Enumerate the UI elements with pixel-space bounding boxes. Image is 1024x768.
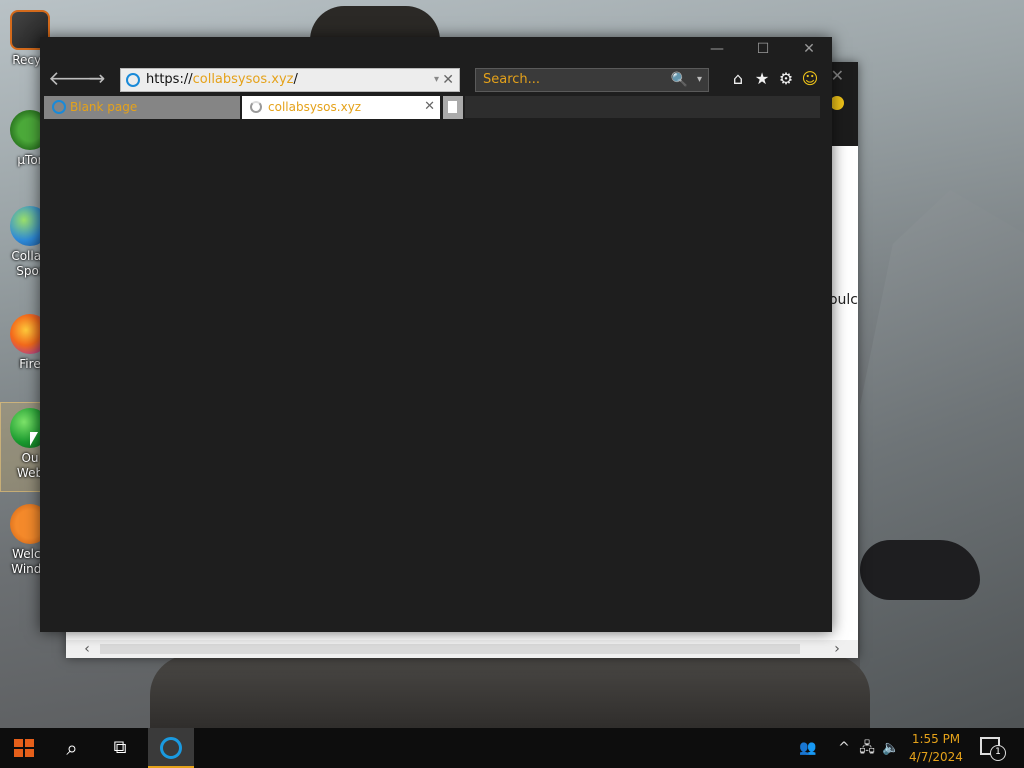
address-clear-icon[interactable]: ✕: [442, 69, 454, 91]
start-button[interactable]: [0, 728, 48, 768]
search-placeholder: Search...: [483, 72, 541, 87]
horizontal-scrollbar[interactable]: ‹ ›: [66, 640, 858, 658]
search-icon[interactable]: ⌕: [50, 728, 94, 768]
taskbar-internet-explorer[interactable]: [148, 728, 194, 768]
tab-label: Blank page: [70, 100, 138, 114]
tab-collabsysos[interactable]: collabsysos.xyz ✕: [242, 96, 440, 119]
wallpaper-building: [860, 190, 1024, 730]
close-button[interactable]: ✕: [786, 37, 832, 63]
wallpaper-glove: [860, 540, 980, 600]
clock-date: 4/7/2024: [909, 750, 963, 764]
tab-strip: Blank page collabsysos.xyz ✕: [40, 96, 832, 120]
settings-gear-icon[interactable]: ⚙: [774, 65, 798, 93]
favorites-star-icon[interactable]: ★: [750, 65, 774, 93]
notification-count: 1: [990, 745, 1006, 761]
url-path: /: [293, 72, 298, 87]
taskbar: ⌕ ⧉ 👥 ^ 🖧 🔈 1:55 PM 4/7/2024 1: [0, 728, 1024, 768]
page-content[interactable]: [40, 120, 832, 632]
mouse-cursor-icon: [30, 432, 38, 446]
scroll-left-icon[interactable]: ‹: [78, 640, 96, 658]
tab-close-icon[interactable]: ✕: [424, 96, 435, 118]
minimize-button[interactable]: —: [694, 37, 740, 63]
maximize-button[interactable]: ☐: [740, 37, 786, 63]
search-dropdown-icon[interactable]: ▾: [697, 69, 702, 91]
windows-logo-icon: [14, 739, 34, 757]
close-icon[interactable]: ✕: [831, 66, 844, 85]
internet-explorer-icon: [160, 737, 182, 759]
ie-favicon-icon: [52, 100, 66, 114]
scrollbar-thumb[interactable]: [100, 644, 800, 654]
url-protocol: https://: [146, 72, 193, 87]
browser-window[interactable]: — ☐ ✕ 🡐 → https://collabsysos.xyz/ ▾ ✕ S…: [40, 37, 832, 632]
feedback-smiley-icon[interactable]: ☺: [798, 65, 822, 93]
tab-label: collabsysos.xyz: [268, 100, 362, 114]
task-view-icon[interactable]: ⧉: [98, 728, 142, 768]
tab-blank-page[interactable]: Blank page: [44, 96, 240, 119]
address-dropdown-icon[interactable]: ▾: [434, 69, 439, 91]
volume-muted-icon[interactable]: 🔈: [880, 728, 902, 768]
ie-favicon-icon: [126, 73, 140, 87]
tab-strip-empty: [465, 96, 820, 118]
back-button[interactable]: 🡐: [48, 65, 102, 91]
title-bar[interactable]: — ☐ ✕: [40, 37, 832, 63]
home-icon[interactable]: ⌂: [726, 65, 750, 93]
scroll-right-icon[interactable]: ›: [828, 640, 846, 658]
forward-button[interactable]: →: [84, 65, 110, 91]
action-center-icon[interactable]: 1: [980, 737, 1006, 761]
url-domain: collabsysos.xyz: [192, 72, 294, 87]
address-bar[interactable]: https://collabsysos.xyz/ ▾ ✕: [120, 68, 460, 92]
new-tab-icon: [448, 101, 457, 113]
search-box[interactable]: Search... 🔍 ▾: [475, 68, 709, 92]
new-tab-button[interactable]: [443, 96, 463, 119]
loading-spinner-icon: [250, 101, 262, 113]
network-icon[interactable]: 🖧: [856, 728, 878, 768]
clock-time: 1:55 PM: [911, 732, 961, 746]
wallpaper-figure: [150, 655, 870, 730]
address-url[interactable]: https://collabsysos.xyz/: [146, 69, 298, 91]
people-icon[interactable]: 👥: [794, 728, 822, 768]
chevron-up-icon[interactable]: ^: [834, 728, 854, 768]
search-icon[interactable]: 🔍: [671, 69, 688, 91]
smiley-icon[interactable]: [830, 96, 844, 110]
clock[interactable]: 1:55 PM 4/7/2024: [904, 730, 968, 766]
navigation-bar: 🡐 → https://collabsysos.xyz/ ▾ ✕ Search.…: [40, 63, 832, 93]
